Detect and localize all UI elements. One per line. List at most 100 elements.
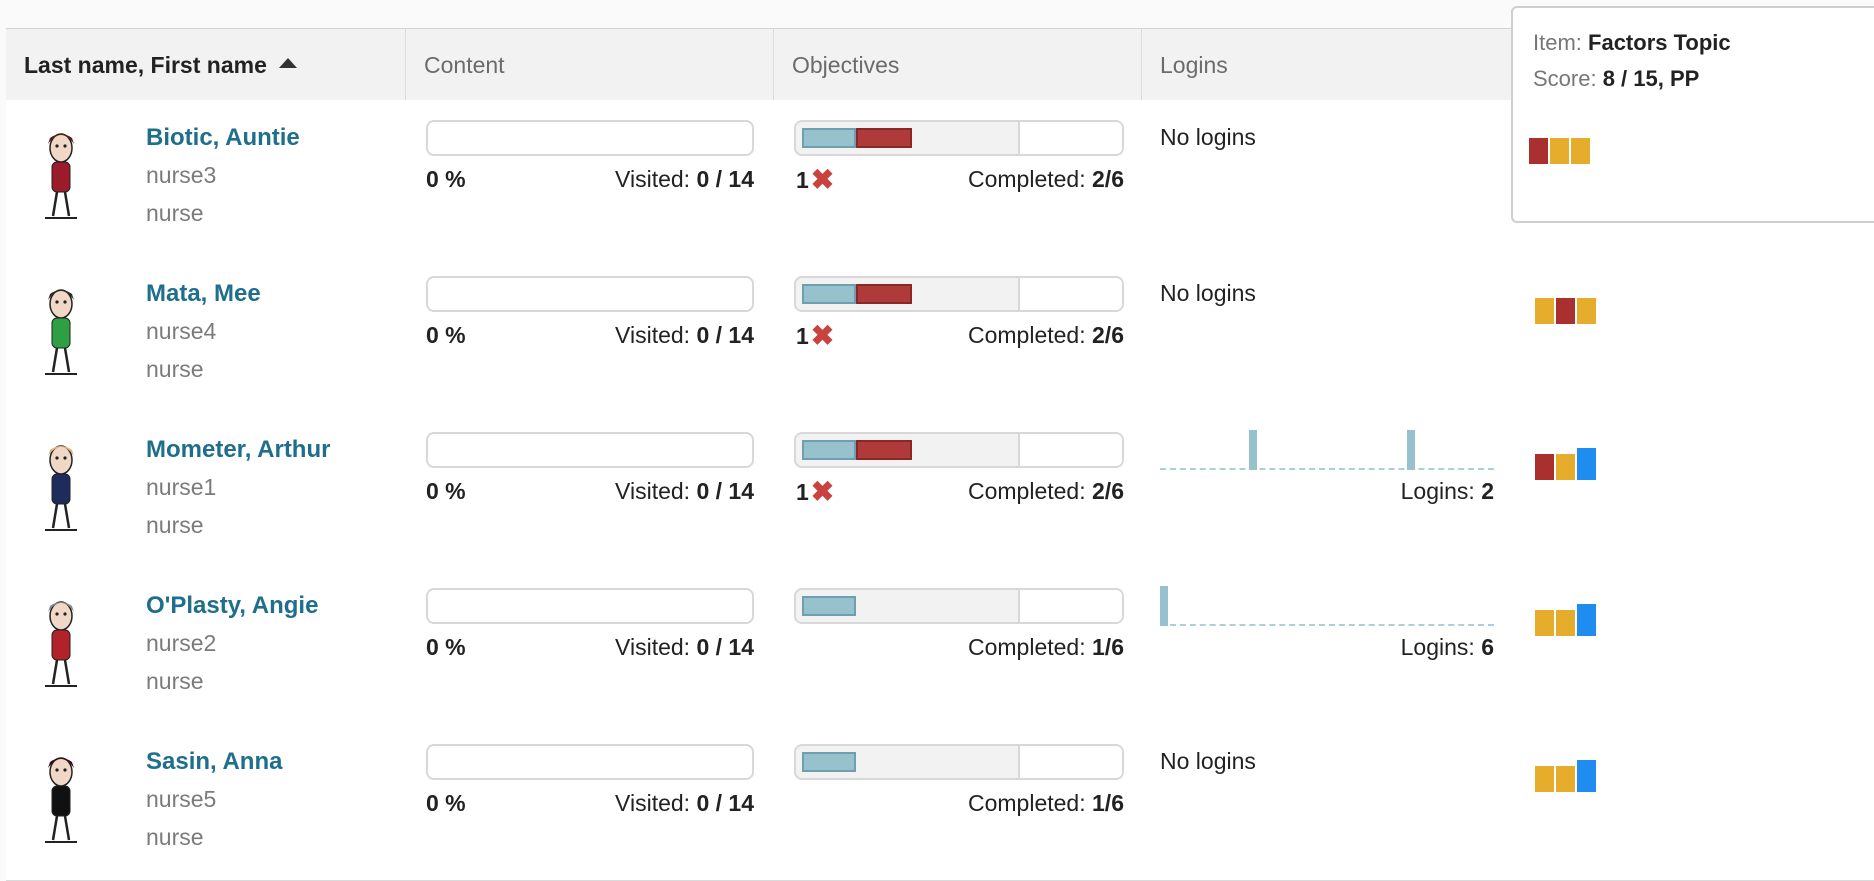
logins-count-value: 2 [1481,478,1494,504]
content-percent: 0 % [426,322,466,348]
score-square-yellow [1535,766,1554,792]
login-bar [1249,430,1257,470]
login-bar [1160,586,1168,626]
objectives-progress-bar [794,432,1124,468]
avatar [36,750,86,850]
tooltip-score-squares [1529,134,1590,164]
content-percent: 0 % [426,478,466,504]
logins-prefix: Logins: [1400,478,1482,504]
logins-baseline [1160,624,1494,626]
student-role: nurse [146,356,204,382]
content-progress-bar [426,588,754,624]
avatar [36,282,86,382]
score-square-red [1535,454,1554,480]
visited-prefix: Visited: [615,322,697,348]
objectives-completed: Completed: 2/6 [906,166,1124,193]
content-visited: Visited: 0 / 14 [596,634,754,661]
visited-value: 0 / 14 [696,478,754,504]
objectives-progress-bar [794,120,1124,156]
student-name-link[interactable]: Biotic, Auntie [146,124,300,152]
tooltip-score-label: Score: [1533,66,1603,91]
failed-x-icon: ✖ [810,476,835,507]
objectives-bar-remainder [1018,746,1122,778]
objectives-completed-segment [802,284,856,304]
objectives-completed-segment [802,440,856,460]
logins-count: Logins: 2 [1260,478,1494,505]
no-logins-text: No logins [1160,124,1256,150]
objectives-bar-remainder [1018,278,1122,310]
score-square-yellow [1571,138,1590,164]
completed-value: 2/6 [1092,166,1124,192]
tooltip-item-value: Factors Topic [1588,30,1731,55]
score-square-yellow [1550,138,1569,164]
content-percent: 0 % [426,634,466,660]
student-username: nurse2 [146,630,217,656]
student-name-link[interactable]: Mometer, Arthur [146,436,330,464]
objectives-progress-bar [794,588,1124,624]
student-username: nurse4 [146,318,217,344]
column-header-objectives[interactable]: Objectives [774,29,1142,101]
visited-value: 0 / 14 [696,790,754,816]
objectives-completed-segment [802,128,856,148]
completed-prefix: Completed: [968,790,1093,816]
logins-prefix: Logins: [1400,634,1482,660]
student-name-link[interactable]: Mata, Mee [146,280,261,308]
content-percent: 0 % [426,790,466,816]
student-username: nurse3 [146,162,217,188]
column-header-name[interactable]: Last name, First name [6,29,406,101]
student-username: nurse5 [146,786,217,812]
column-header-logins-label: Logins [1160,51,1228,78]
objectives-completed: Completed: 1/6 [906,634,1124,661]
score-square-red [1529,138,1548,164]
failed-count: 1 [796,322,809,349]
score-squares[interactable] [1535,760,1596,792]
score-square-yellow [1535,298,1554,324]
content-visited: Visited: 0 / 14 [596,322,754,349]
no-logins-text: No logins [1160,280,1256,306]
objectives-bar-remainder [1018,434,1122,466]
content-percent: 0 % [426,166,466,192]
no-logins-text: No logins [1160,748,1256,774]
objectives-bar-remainder [1018,590,1122,622]
score-tooltip: Item: Factors Topic Score: 8 / 15, PP [1511,6,1874,223]
tooltip-score: Score: 8 / 15, PP [1533,66,1699,92]
completed-prefix: Completed: [968,166,1093,192]
avatar [36,438,86,538]
visited-prefix: Visited: [615,790,697,816]
score-squares[interactable] [1535,448,1596,480]
failed-objectives: 1 ✖ [796,478,834,506]
score-squares[interactable] [1535,604,1596,636]
tooltip-item: Item: Factors Topic [1533,30,1731,56]
score-squares[interactable] [1535,292,1596,324]
table-row: O'Plasty, Angie nurse2 nurse 0 % Visited: 0 … [6,568,1874,725]
completed-prefix: Completed: [968,322,1093,348]
objectives-failed-segment [856,128,912,148]
column-header-content[interactable]: Content [406,29,774,101]
student-name-link[interactable]: Sasin, Anna [146,748,282,776]
objectives-completed: Completed: 1/6 [906,790,1124,817]
failed-x-icon: ✖ [810,320,835,351]
objectives-failed-segment [856,440,912,460]
logins-count-value: 6 [1481,634,1494,660]
column-header-name-label: Last name, First name [24,51,267,78]
table-row: Sasin, Anna nurse5 nurse 0 % Visited: 0 / 14… [6,724,1874,881]
failed-objectives: 1 ✖ [796,322,834,350]
sort-ascending-icon [278,58,297,68]
score-square-yellow [1556,766,1575,792]
objectives-progress-bar [794,276,1124,312]
student-name-link[interactable]: O'Plasty, Angie [146,592,318,620]
visited-value: 0 / 14 [696,166,754,192]
table-row: Mometer, Arthur nurse1 nurse 0 % Visited: 0 … [6,412,1874,569]
failed-count: 1 [796,478,809,505]
completed-prefix: Completed: [968,478,1093,504]
column-header-objectives-label: Objectives [792,51,900,78]
table-row: Mata, Mee nurse4 nurse 0 % Visited: 0 / 14 1 ✖… [6,256,1874,413]
login-bar [1407,430,1415,470]
objectives-completed-segment [802,596,856,616]
content-progress-bar [426,120,754,156]
logins-chart [1160,584,1494,626]
avatar [36,126,86,226]
visited-value: 0 / 14 [696,322,754,348]
score-square-yellow [1556,610,1575,636]
score-square-blue [1577,448,1596,480]
